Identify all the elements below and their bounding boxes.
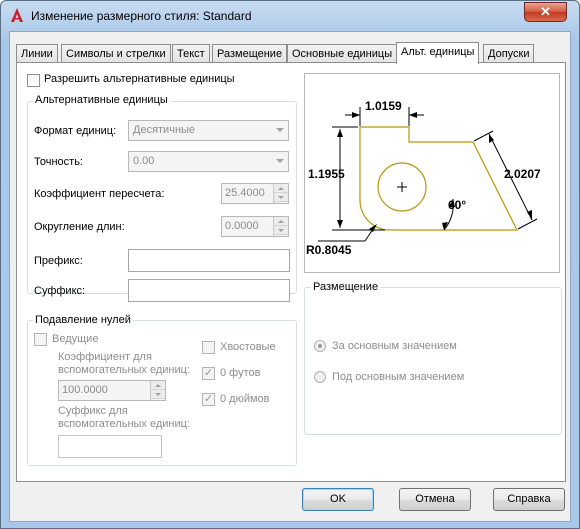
arrowheads: [337, 112, 532, 232]
spin-up-icon[interactable]: [274, 184, 288, 193]
zero-suppression-group-title: Подавление нулей: [33, 314, 133, 326]
suffix-label: Суффикс:: [34, 285, 86, 297]
tab-label: Основные единицы: [292, 48, 393, 60]
dim-right-text: 2.0207: [504, 167, 541, 181]
center-mark: [397, 182, 407, 192]
radio-dot: [318, 344, 322, 348]
round-off-label: Округление длин:: [34, 221, 125, 233]
enable-alt-units-checkbox[interactable]: [27, 74, 40, 87]
leading-label: Ведущие: [52, 333, 99, 345]
tab-label: Альт. единицы: [401, 46, 475, 58]
dialog-window: Изменение размерного стиля: Standard ✕ Л…: [0, 0, 580, 529]
tab-label: Размещение: [217, 48, 283, 60]
spinner-buttons[interactable]: [273, 217, 288, 236]
spin-down-icon[interactable]: [274, 226, 288, 235]
spin-down-icon[interactable]: [151, 390, 165, 399]
autocad-app-icon: [11, 8, 23, 22]
title-bar[interactable]: Изменение размерного стиля: Standard ✕: [1, 1, 579, 31]
spin-up-icon[interactable]: [151, 381, 165, 390]
sub-factor-label-line1: Коэффициент для: [58, 351, 152, 363]
placement-group-title: Размещение: [311, 281, 381, 293]
sub-suffix-input[interactable]: [58, 435, 162, 458]
tab-primary-units[interactable]: Основные единицы: [287, 44, 398, 63]
multiplier-spinner[interactable]: 25.4000: [221, 183, 289, 204]
tab-label: Допуски: [488, 48, 530, 60]
below-primary-radio[interactable]: [314, 371, 326, 383]
precision-select[interactable]: 0.00: [128, 151, 289, 172]
sub-suffix-label-line2: вспомогательных единиц:: [58, 418, 190, 430]
multiplier-label: Коэффициент пересчета:: [34, 188, 165, 200]
tab-symbols-arrows[interactable]: Символы и стрелки: [61, 44, 171, 63]
precision-value: 0.00: [133, 155, 155, 167]
prefix-label: Префикс:: [34, 255, 83, 267]
feet-label: 0 футов: [220, 367, 261, 379]
chevron-down-icon: [276, 128, 284, 132]
sub-factor-value: 100.0000: [62, 384, 108, 396]
tab-fit[interactable]: Размещение: [212, 44, 288, 63]
preview-drawing: 1.0159 1.1955 2.0207 60° R0.8045: [306, 99, 541, 257]
tab-tolerances[interactable]: Допуски: [483, 44, 535, 63]
sub-factor-spinner[interactable]: 100.0000: [58, 380, 166, 401]
after-primary-label: За основным значением: [332, 340, 457, 352]
tab-text[interactable]: Текст: [172, 44, 210, 63]
round-off-spinner[interactable]: 0.0000: [221, 216, 289, 237]
spinner-buttons[interactable]: [273, 184, 288, 203]
alt-units-group-title: Альтернативные единицы: [33, 94, 170, 106]
checkmark-icon: ✓: [204, 367, 214, 379]
close-icon: ✕: [540, 4, 551, 19]
inches-checkbox[interactable]: ✓: [202, 393, 215, 406]
tab-label: Текст: [177, 48, 205, 60]
cancel-button[interactable]: Отмена: [399, 488, 471, 511]
tab-panel-alternate-units: Разрешить альтернативные единицы Альтерн…: [16, 62, 566, 482]
enable-alt-units-label: Разрешить альтернативные единицы: [44, 73, 235, 85]
prefix-input[interactable]: [128, 249, 290, 272]
ok-button[interactable]: OK: [302, 488, 374, 511]
trailing-checkbox[interactable]: [202, 341, 215, 354]
feet-checkbox[interactable]: ✓: [202, 367, 215, 380]
help-button[interactable]: Справка: [493, 488, 565, 511]
dimension-preview: 1.0159 1.1955 2.0207 60° R0.8045: [304, 73, 560, 273]
window-title: Изменение размерного стиля: Standard: [31, 9, 252, 23]
dim-left-text: 1.1955: [308, 167, 345, 181]
inches-label: 0 дюймов: [220, 393, 270, 405]
chevron-down-icon: [276, 159, 284, 163]
tab-alternate-units[interactable]: Альт. единицы: [396, 42, 480, 64]
suffix-input[interactable]: [128, 279, 290, 302]
unit-format-label: Формат единиц:: [34, 125, 117, 137]
precision-label: Точность:: [34, 156, 83, 168]
radius-text: R0.8045: [306, 243, 352, 257]
close-button[interactable]: ✕: [524, 2, 567, 22]
checkmark-icon: ✓: [204, 393, 214, 405]
after-primary-radio[interactable]: [314, 340, 326, 352]
below-primary-label: Под основным значением: [332, 371, 465, 383]
round-off-value: 0.0000: [225, 220, 259, 232]
tab-label: Символы и стрелки: [66, 48, 166, 60]
placement-group: [304, 287, 562, 435]
tab-lines[interactable]: Линии: [16, 44, 58, 63]
spinner-buttons[interactable]: [150, 381, 165, 400]
angle-text: 60°: [448, 198, 466, 212]
tab-label: Линии: [21, 48, 53, 60]
spin-down-icon[interactable]: [274, 193, 288, 202]
trailing-label: Хвостовые: [220, 341, 276, 353]
dialog-client-area: Линии Символы и стрелки Текст Размещение…: [9, 31, 571, 522]
spin-up-icon[interactable]: [274, 217, 288, 226]
sub-factor-label-line2: вспомогательных единиц:: [58, 364, 190, 376]
leading-checkbox[interactable]: [34, 333, 47, 346]
unit-format-select[interactable]: Десятичные: [128, 120, 289, 141]
multiplier-value: 25.4000: [225, 187, 265, 199]
unit-format-value: Десятичные: [133, 124, 196, 136]
dim-top-text: 1.0159: [365, 99, 402, 113]
sub-suffix-label-line1: Суффикс для: [58, 405, 128, 417]
